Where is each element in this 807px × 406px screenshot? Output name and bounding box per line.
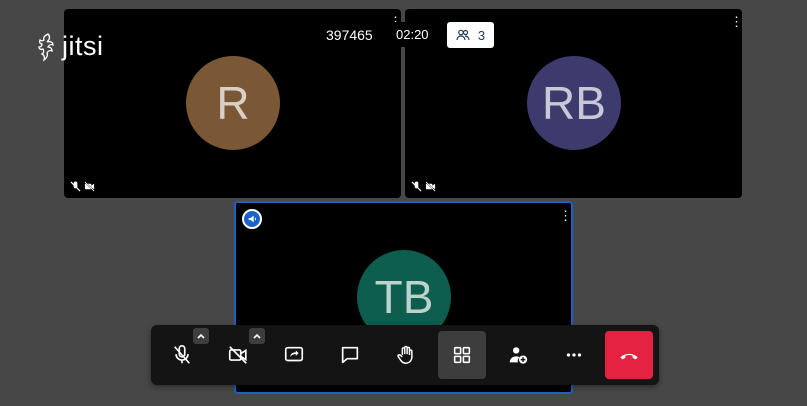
room-id: 397465	[326, 27, 373, 43]
dominant-speaker-icon	[242, 209, 262, 229]
tile-view-button[interactable]	[438, 331, 486, 379]
tile-status	[70, 181, 95, 192]
screen-share-icon	[284, 346, 304, 362]
logo-text: jitsi	[62, 31, 104, 61]
mic-muted-icon	[411, 181, 422, 192]
video-muted-icon	[425, 181, 436, 192]
video-off-icon	[228, 346, 247, 364]
video-muted-icon	[84, 181, 95, 192]
jitsi-logo: jitsi	[36, 31, 104, 62]
toolbar	[151, 325, 659, 385]
participants-count: 3	[477, 27, 486, 43]
chevron-up-icon	[253, 333, 261, 339]
more-button[interactable]	[550, 331, 598, 379]
share-screen-button[interactable]	[270, 331, 318, 379]
participants-counter[interactable]: 3	[447, 22, 494, 48]
grid-icon	[453, 346, 471, 364]
tile-menu-button[interactable]: ⋮	[730, 15, 742, 29]
chat-button[interactable]	[326, 331, 374, 379]
audio-settings-caret[interactable]	[193, 328, 209, 344]
chat-icon	[341, 346, 359, 364]
hangup-button[interactable]	[605, 331, 653, 379]
participants-icon	[456, 29, 470, 41]
conference-stage: R ⋮ RB ⋮ TB ⋮ jitsi 397465 02:20 3	[3, 0, 804, 406]
more-horizontal-icon	[566, 353, 582, 357]
invite-button[interactable]	[494, 331, 542, 379]
mic-off-icon	[174, 345, 190, 364]
tile-menu-button[interactable]: ⋮	[559, 209, 571, 223]
mic-muted-icon	[70, 181, 81, 192]
video-settings-caret[interactable]	[249, 328, 265, 344]
conference-timer: 02:20	[392, 22, 433, 47]
tile-status	[411, 181, 436, 192]
jitsi-logo-icon	[38, 32, 54, 62]
avatar: R	[186, 56, 280, 150]
avatar: RB	[527, 56, 621, 150]
raise-hand-button[interactable]	[382, 331, 430, 379]
phone-hangup-icon	[620, 353, 638, 360]
hand-icon	[397, 345, 413, 364]
chevron-up-icon	[197, 333, 205, 339]
add-person-icon	[509, 347, 528, 364]
